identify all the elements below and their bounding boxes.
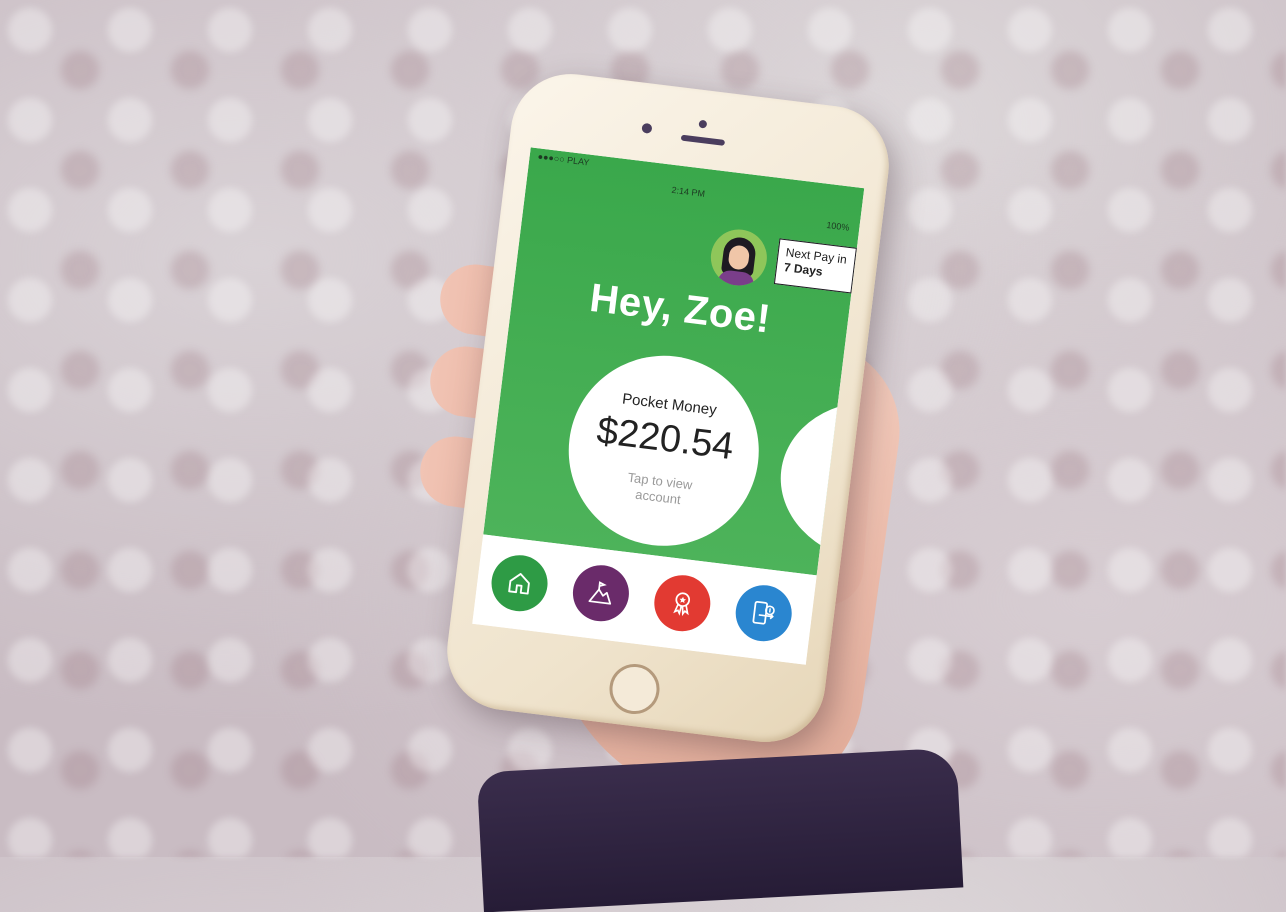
- home-hardware-button[interactable]: [606, 661, 663, 717]
- battery-level: 100%: [825, 219, 850, 233]
- next-pay-bubble: Next Pay in 7 Days: [773, 238, 857, 294]
- earpiece-speaker: [680, 134, 726, 146]
- transfer-button[interactable]: [732, 581, 795, 645]
- status-bar: ●●●○○ PLAY 2:14 PM 100%: [529, 147, 865, 232]
- carrier-label: ●●●○○ PLAY: [537, 151, 590, 168]
- front-camera: [641, 122, 653, 134]
- account-hint: Tap to view account: [626, 469, 694, 508]
- page-dot[interactable]: [652, 521, 669, 537]
- goals-button[interactable]: [569, 562, 633, 625]
- header-area: ●●●○○ PLAY 2:14 PM 100% Next Pay in 7 Da…: [483, 147, 865, 576]
- smartphone: ●●●○○ PLAY 2:14 PM 100% Next Pay in 7 Da…: [440, 67, 896, 749]
- sensor: [698, 119, 708, 129]
- page-dot-active[interactable]: [624, 517, 641, 534]
- home-button[interactable]: [488, 552, 551, 615]
- avatar[interactable]: [707, 226, 771, 289]
- rewards-button[interactable]: [651, 571, 714, 635]
- mountain-flag-icon: [588, 581, 612, 605]
- award-ribbon-icon: [673, 592, 691, 617]
- clock: 2:14 PM: [671, 184, 706, 199]
- jacket-sleeve: [476, 747, 964, 912]
- phone-money-icon: [752, 600, 775, 625]
- app-screen: ●●●○○ PLAY 2:14 PM 100% Next Pay in 7 Da…: [472, 147, 865, 665]
- house-icon: [508, 573, 530, 595]
